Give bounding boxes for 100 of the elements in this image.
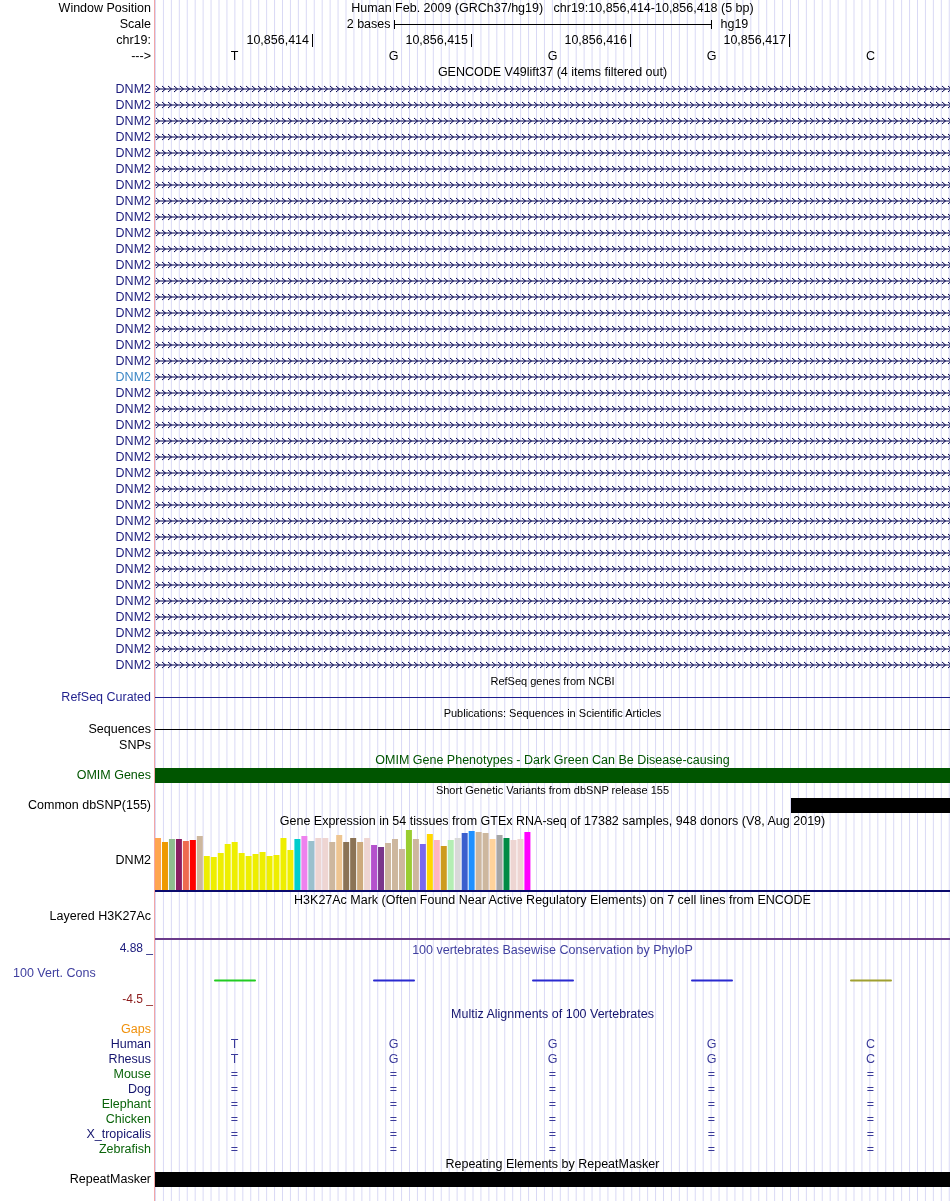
aligned-base: = xyxy=(866,1128,875,1141)
gene-label: DNM2 xyxy=(115,146,151,160)
species-label: Gaps xyxy=(121,1023,151,1036)
track-label: DNM2 xyxy=(115,854,151,867)
aligned-base: = xyxy=(389,1113,398,1126)
gene-label: DNM2 xyxy=(115,434,151,448)
reference-base: G xyxy=(388,49,399,63)
aligned-base: = xyxy=(866,1083,875,1096)
position-label: 10,856,416 xyxy=(564,33,631,47)
aligned-base: G xyxy=(706,1053,717,1066)
gene-label: DNM2 xyxy=(115,370,151,384)
gene-label: DNM2 xyxy=(115,98,151,112)
track-title: Short Genetic Variants from dbSNP release 155 xyxy=(435,785,670,796)
track-label: Scale xyxy=(119,17,151,31)
track-label: chr19: xyxy=(116,33,151,47)
gene-label: DNM2 xyxy=(115,562,151,576)
species-label: X_tropicalis xyxy=(86,1128,151,1141)
track-title: RefSeq genes from NCBI xyxy=(490,675,615,687)
track-title: Repeating Elements by RepeatMasker xyxy=(445,1158,660,1171)
aligned-base: G xyxy=(547,1038,558,1051)
gene-label: DNM2 xyxy=(115,322,151,336)
gene-label: DNM2 xyxy=(115,418,151,432)
gene-label: DNM2 xyxy=(115,290,151,304)
gene-label: DNM2 xyxy=(115,194,151,208)
aligned-base: = xyxy=(707,1083,716,1096)
aligned-base: G xyxy=(547,1053,558,1066)
aligned-base: = xyxy=(230,1113,239,1126)
track-label: RepeatMasker xyxy=(69,1173,151,1186)
gene-label: DNM2 xyxy=(115,530,151,544)
gene-label: DNM2 xyxy=(115,514,151,528)
position-label: 10,856,415 xyxy=(405,33,472,47)
conservation-wiggle-drawing xyxy=(372,979,415,982)
gene-label: DNM2 xyxy=(115,82,151,96)
track-label: 100 Vert. Cons xyxy=(13,967,96,980)
gene-label: DNM2 xyxy=(115,354,151,368)
assembly-label: hg19 xyxy=(720,17,749,31)
track-label: Layered H3K27Ac xyxy=(49,909,151,923)
gene-label: DNM2 xyxy=(115,386,151,400)
track-title: OMIM Gene Phenotypes - Dark Green Can Be Disease-causing xyxy=(375,754,730,767)
position-label: 10,856,417 xyxy=(723,33,790,47)
aligned-base: = xyxy=(548,1143,557,1156)
track-label: Common dbSNP(155) xyxy=(28,799,151,812)
axis-max-label: 4.88 _ xyxy=(119,942,153,954)
conservation-wiggle-drawing xyxy=(849,979,892,982)
species-label: Rhesus xyxy=(108,1053,151,1066)
gene-label: DNM2 xyxy=(115,450,151,464)
conservation-wiggle-drawing xyxy=(531,979,574,982)
aligned-base: = xyxy=(548,1098,557,1111)
aligned-base: = xyxy=(866,1068,875,1081)
track-title: 100 vertebrates Basewise Conservation by PhyloP xyxy=(412,944,693,957)
conservation-wiggle-drawing xyxy=(690,979,733,982)
gene-label: DNM2 xyxy=(115,578,151,592)
track-title: Multiz Alignments of 100 Vertebrates xyxy=(451,1008,654,1021)
gene-label: DNM2 xyxy=(115,610,151,624)
aligned-base: = xyxy=(707,1068,716,1081)
species-label: Elephant xyxy=(101,1098,151,1111)
track-title: H3K27Ac Mark (Often Found Near Active Regulatory Elements) on 7 cell lines from ENCODE xyxy=(294,893,811,907)
track-title: Publications: Sequences in Scientific Articles xyxy=(443,707,662,719)
aligned-base: = xyxy=(230,1143,239,1156)
species-label: Human xyxy=(110,1038,151,1051)
aligned-base: T xyxy=(230,1053,239,1066)
species-label: Zebrafish xyxy=(98,1143,151,1156)
aligned-base: G xyxy=(388,1053,399,1066)
reference-base: G xyxy=(706,49,717,63)
gene-label: DNM2 xyxy=(115,274,151,288)
scale-span-label: 2 bases xyxy=(346,17,391,31)
track-label: SNPs xyxy=(119,738,151,752)
aligned-base: = xyxy=(389,1068,398,1081)
aligned-base: = xyxy=(707,1143,716,1156)
aligned-base: C xyxy=(866,1038,875,1051)
gene-label: DNM2 xyxy=(115,466,151,480)
axis-min-label: -4.5 _ xyxy=(122,993,153,1005)
reference-base: C xyxy=(866,49,875,63)
gene-label: DNM2 xyxy=(115,226,151,240)
gene-label: DNM2 xyxy=(115,130,151,144)
reference-base: T xyxy=(230,49,239,63)
gene-label: DNM2 xyxy=(115,338,151,352)
species-label: Chicken xyxy=(105,1113,151,1126)
conservation-wiggle-drawing xyxy=(213,979,256,982)
track-title: GENCODE V49lift37 (4 items filtered out) xyxy=(437,66,668,79)
aligned-base: T xyxy=(230,1038,239,1051)
aligned-base: = xyxy=(548,1083,557,1096)
species-label: Mouse xyxy=(113,1068,151,1081)
aligned-base: = xyxy=(548,1068,557,1081)
gene-label: DNM2 xyxy=(115,658,151,672)
gene-label: DNM2 xyxy=(115,178,151,192)
aligned-base: = xyxy=(230,1098,239,1111)
aligned-base: = xyxy=(548,1128,557,1141)
aligned-base: = xyxy=(389,1128,398,1141)
gene-label: DNM2 xyxy=(115,258,151,272)
aligned-base: = xyxy=(866,1098,875,1111)
aligned-base: G xyxy=(706,1038,717,1051)
gene-label: DNM2 xyxy=(115,210,151,224)
gene-label: DNM2 xyxy=(115,594,151,608)
gene-label: DNM2 xyxy=(115,482,151,496)
position-label: 10,856,414 xyxy=(246,33,313,47)
aligned-base: = xyxy=(230,1068,239,1081)
aligned-base: = xyxy=(389,1083,398,1096)
aligned-base: = xyxy=(866,1143,875,1156)
gene-label: DNM2 xyxy=(115,306,151,320)
